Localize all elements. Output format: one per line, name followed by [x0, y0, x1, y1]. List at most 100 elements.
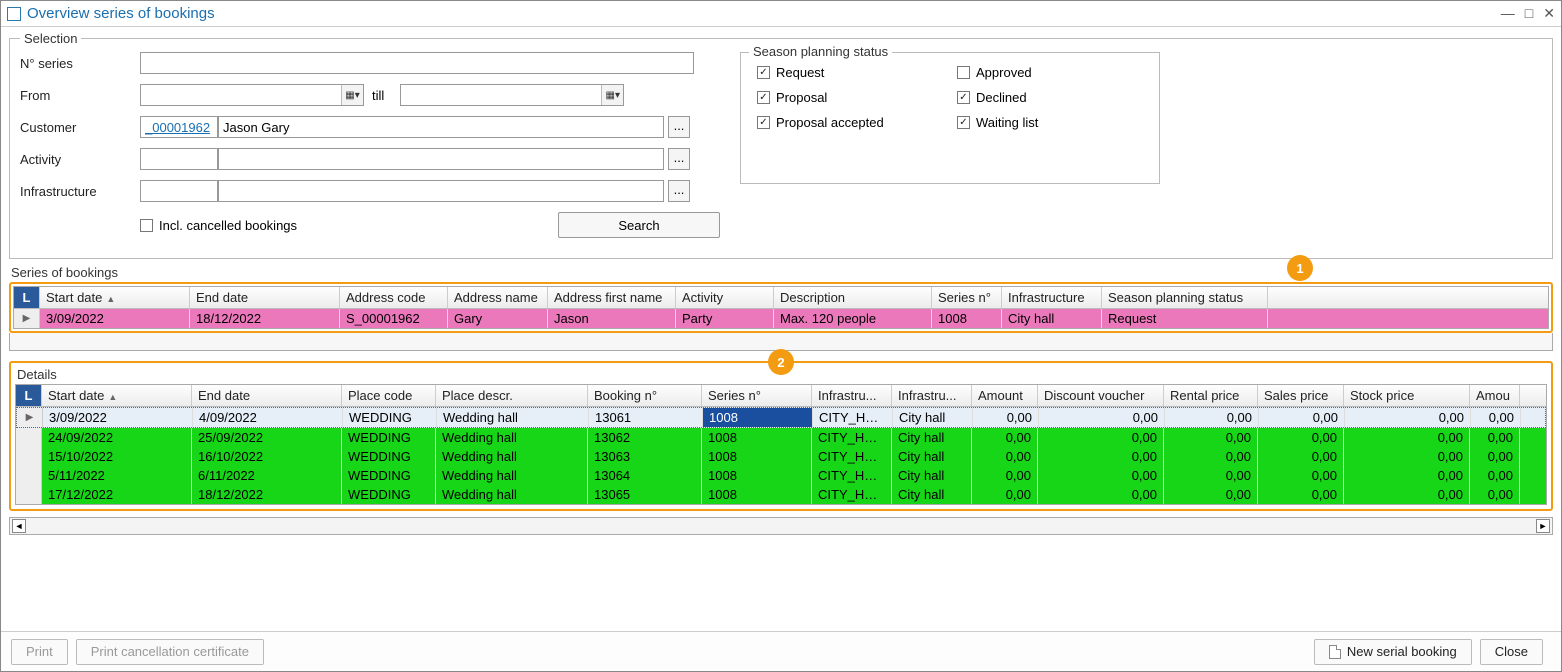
table-cell: 13063	[588, 447, 702, 466]
print-cancellation-button[interactable]: Print cancellation certificate	[76, 639, 264, 665]
column-header[interactable]: Rental price	[1164, 385, 1258, 406]
document-icon	[1329, 645, 1341, 659]
table-cell: Gary	[448, 309, 548, 328]
search-button[interactable]: Search	[558, 212, 720, 238]
selection-group: Selection N° series From ▦▾ till ▦▾	[9, 31, 1553, 259]
table-row[interactable]: ▶3/09/202218/12/2022S_00001962GaryJasonP…	[14, 309, 1548, 328]
activity-code-input[interactable]	[140, 148, 218, 170]
table-row[interactable]: ▶3/09/20224/09/2022WEDDINGWedding hall13…	[16, 407, 1546, 428]
table-cell: 0,00	[1470, 428, 1520, 447]
table-cell: 3/09/2022	[43, 408, 193, 427]
customer-code-input[interactable]	[140, 116, 218, 138]
column-header[interactable]: Series n°	[702, 385, 812, 406]
column-header[interactable]: End date	[190, 287, 340, 308]
row-handle-icon[interactable]: ▶	[14, 309, 40, 328]
column-header[interactable]: Series n°	[932, 287, 1002, 308]
table-row[interactable]: 15/10/202216/10/2022WEDDINGWedding hall1…	[16, 447, 1546, 466]
scroll-right-icon[interactable]: ►	[1536, 519, 1550, 533]
table-cell: 0,00	[1039, 408, 1165, 427]
window-controls: — □ ✕	[1501, 5, 1555, 22]
details-grid[interactable]: LStart date▲End datePlace codePlace desc…	[15, 384, 1547, 505]
column-header[interactable]: Infrastru...	[892, 385, 972, 406]
table-cell: 0,00	[1258, 466, 1344, 485]
calendar-dropdown-icon[interactable]: ▦▾	[601, 85, 623, 105]
till-date-input[interactable]: ▦▾	[400, 84, 624, 106]
label-from: From	[20, 88, 140, 103]
column-header[interactable]: Sales price	[1258, 385, 1344, 406]
infrastructure-code-input[interactable]	[140, 180, 218, 202]
customer-name-input[interactable]	[218, 116, 664, 138]
row-handle-icon[interactable]	[16, 447, 42, 466]
table-cell: 0,00	[972, 428, 1038, 447]
from-date-input[interactable]: ▦▾	[140, 84, 364, 106]
table-cell: CITY_HALL	[812, 466, 892, 485]
series-grid[interactable]: LStart date▲End dateAddress codeAddress …	[13, 286, 1549, 329]
column-header[interactable]: End date	[192, 385, 342, 406]
grid-corner[interactable]: L	[14, 287, 40, 308]
column-header[interactable]: Amou	[1470, 385, 1520, 406]
print-button[interactable]: Print	[11, 639, 68, 665]
activity-lookup-button[interactable]: ...	[668, 148, 690, 170]
table-cell: 15/10/2022	[42, 447, 192, 466]
grid-corner[interactable]: L	[16, 385, 42, 406]
titlebar: Overview series of bookings — □ ✕	[1, 1, 1561, 27]
row-handle-icon[interactable]	[16, 485, 42, 504]
column-header[interactable]: Discount voucher	[1038, 385, 1164, 406]
column-header[interactable]: Description	[774, 287, 932, 308]
column-header[interactable]: Infrastru...	[812, 385, 892, 406]
table-row[interactable]: 17/12/202218/12/2022WEDDINGWedding hall1…	[16, 485, 1546, 504]
n-series-input[interactable]	[140, 52, 694, 74]
table-cell: 0,00	[973, 408, 1039, 427]
row-handle-icon[interactable]: ▶	[17, 408, 43, 427]
status-legend: Season planning status	[749, 44, 892, 59]
row-handle-icon[interactable]	[16, 428, 42, 447]
incl-cancelled-checkbox[interactable]	[140, 219, 153, 232]
column-header[interactable]: Place descr.	[436, 385, 588, 406]
status-checkbox[interactable]	[757, 116, 770, 129]
status-checkbox[interactable]	[957, 66, 970, 79]
column-header[interactable]: Place code	[342, 385, 436, 406]
column-header[interactable]: Booking n°	[588, 385, 702, 406]
details-hscrollbar[interactable]: ◄ ►	[9, 517, 1553, 535]
table-cell: 18/12/2022	[190, 309, 340, 328]
from-date-field[interactable]	[141, 87, 341, 104]
column-header[interactable]: Stock price	[1344, 385, 1470, 406]
table-cell: 3/09/2022	[40, 309, 190, 328]
table-cell: Max. 120 people	[774, 309, 932, 328]
column-header[interactable]: Address first name	[548, 287, 676, 308]
status-checkbox[interactable]	[757, 66, 770, 79]
column-header[interactable]: Season planning status	[1102, 287, 1268, 308]
row-handle-icon[interactable]	[16, 466, 42, 485]
new-serial-booking-button[interactable]: New serial booking	[1314, 639, 1472, 665]
status-checkbox[interactable]	[757, 91, 770, 104]
table-cell: Wedding hall	[436, 447, 588, 466]
column-header[interactable]: Activity	[676, 287, 774, 308]
customer-lookup-button[interactable]: ...	[668, 116, 690, 138]
column-header[interactable]: Address name	[448, 287, 548, 308]
column-header[interactable]: Start date▲	[40, 287, 190, 308]
maximize-icon[interactable]: □	[1525, 5, 1533, 22]
table-row[interactable]: 5/11/20226/11/2022WEDDINGWedding hall130…	[16, 466, 1546, 485]
table-cell: 13065	[588, 485, 702, 504]
activity-name-input[interactable]	[218, 148, 664, 170]
infrastructure-name-input[interactable]	[218, 180, 664, 202]
column-header[interactable]: Infrastructure	[1002, 287, 1102, 308]
infrastructure-lookup-button[interactable]: ...	[668, 180, 690, 202]
scroll-left-icon[interactable]: ◄	[12, 519, 26, 533]
status-checkbox[interactable]	[957, 91, 970, 104]
column-header[interactable]: Address code	[340, 287, 448, 308]
column-header[interactable]: Start date▲	[42, 385, 192, 406]
table-cell: 17/12/2022	[42, 485, 192, 504]
close-button[interactable]: Close	[1480, 639, 1543, 665]
table-cell: 0,00	[972, 466, 1038, 485]
minimize-icon[interactable]: —	[1501, 5, 1515, 22]
till-date-field[interactable]	[401, 87, 601, 104]
column-header[interactable]: Amount	[972, 385, 1038, 406]
calendar-dropdown-icon[interactable]: ▦▾	[341, 85, 363, 105]
status-checkbox[interactable]	[957, 116, 970, 129]
close-icon[interactable]: ✕	[1543, 5, 1555, 22]
table-cell: WEDDING	[342, 428, 436, 447]
table-row[interactable]: 24/09/202225/09/2022WEDDINGWedding hall1…	[16, 428, 1546, 447]
table-cell: 0,00	[1038, 485, 1164, 504]
table-cell: 6/11/2022	[192, 466, 342, 485]
